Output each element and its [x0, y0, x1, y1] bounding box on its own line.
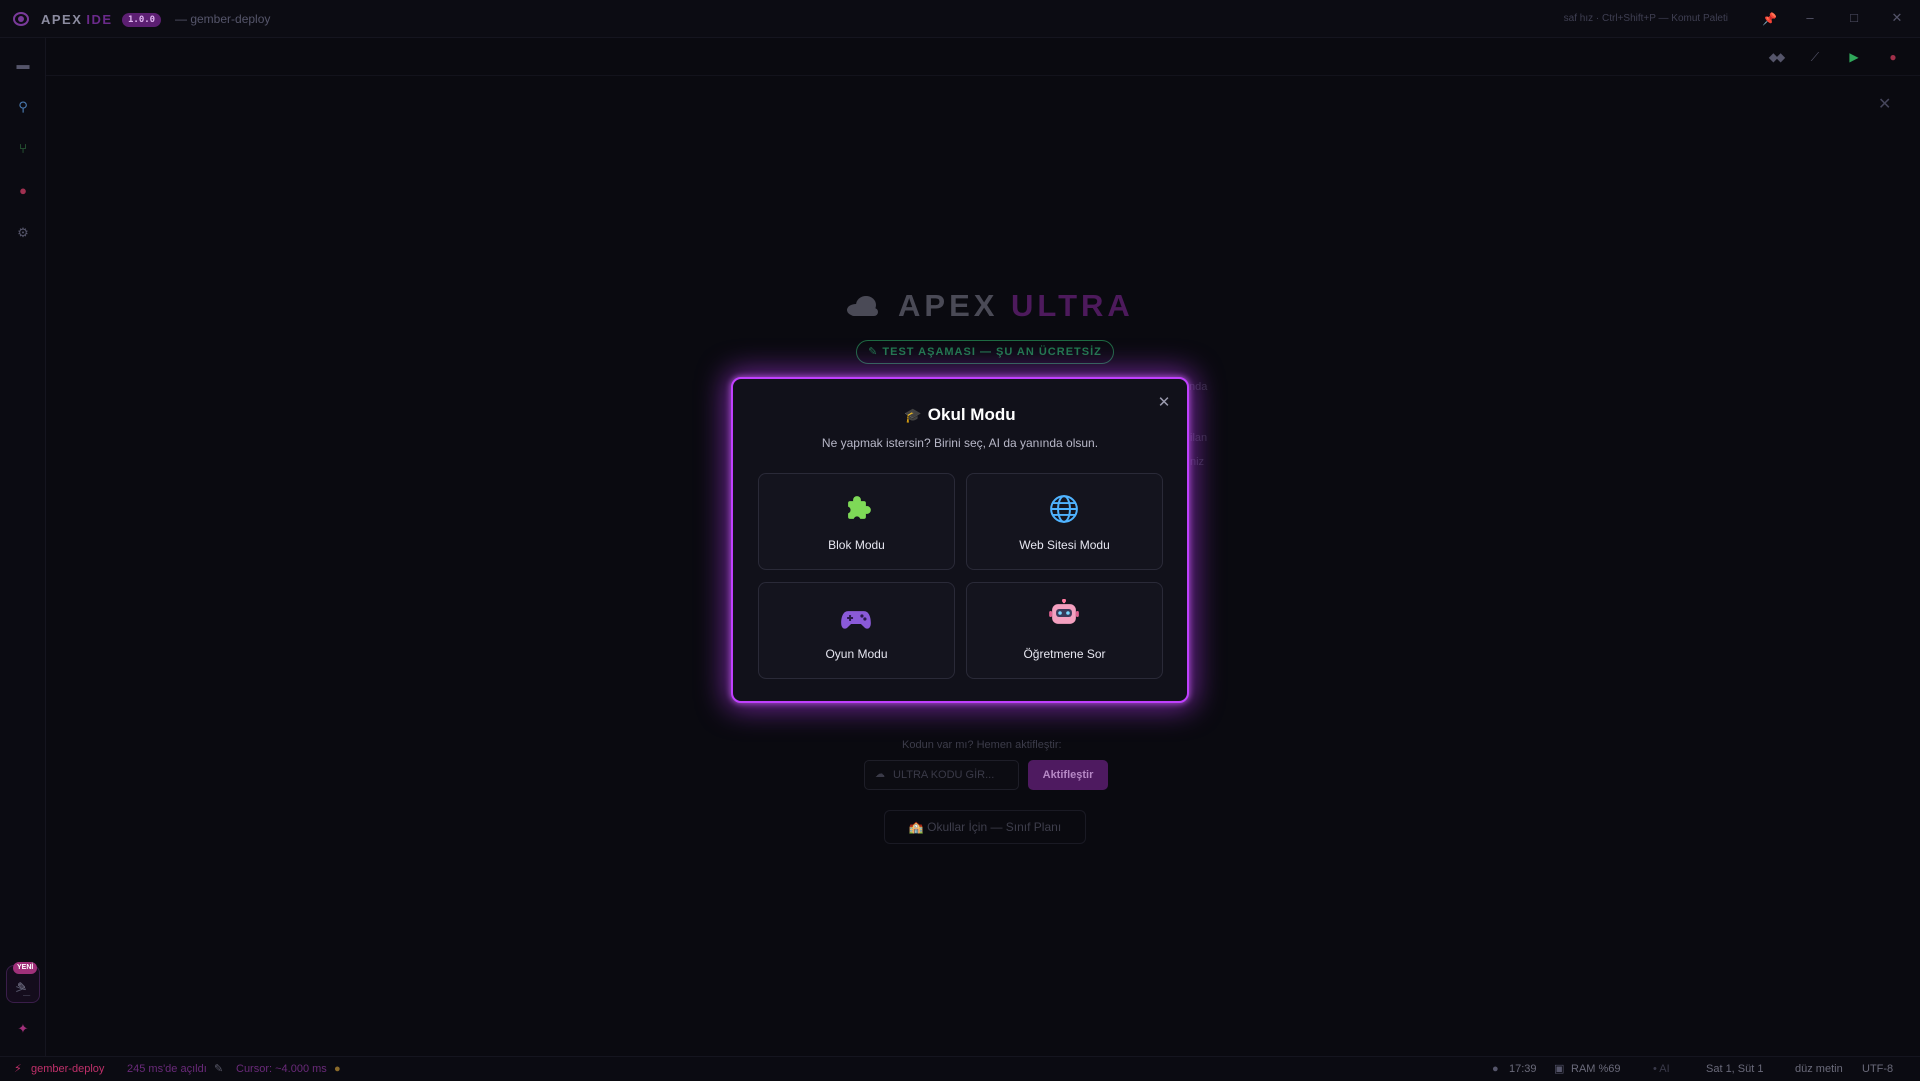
folder-icon[interactable]: ▬: [12, 54, 34, 76]
project-title: — gember-deploy: [175, 12, 271, 26]
maximize-button[interactable]: □: [1846, 10, 1862, 26]
ai-sparkle-icon[interactable]: ✦: [12, 1018, 34, 1040]
hidden-text: ında: [1186, 381, 1208, 393]
brush-icon[interactable]: ⟋: [1806, 48, 1824, 66]
block-mode-card[interactable]: Blok Modu: [758, 473, 955, 570]
globe-icon: [1050, 495, 1078, 523]
search-icon[interactable]: ⚲: [12, 96, 34, 118]
minimize-button[interactable]: –: [1802, 10, 1818, 26]
extensions-icon[interactable]: ●: [12, 180, 34, 202]
cloud-small-icon: ☁: [875, 769, 885, 780]
school-mode-dialog: ✕ 🎓 Okul Modu Ne yapmak istersin? Birini …: [731, 377, 1189, 703]
app-brand: APEX IDE: [41, 12, 113, 27]
robot-icon: [1049, 599, 1079, 624]
puzzle-icon: [843, 496, 871, 524]
status-bar: ⚡ gember-deploy 245 ms'de açıldı ✎ Curso…: [0, 1056, 1920, 1080]
ask-teacher-label: Öğretmene Sor: [1023, 647, 1106, 661]
apex-logo-icon: [13, 12, 29, 26]
game-mode-card[interactable]: Oyun Modu: [758, 582, 955, 679]
panel-close-icon[interactable]: ✕: [1878, 94, 1891, 114]
dialog-title: 🎓 Okul Modu: [904, 405, 1016, 424]
split-view-icon[interactable]: ◆◆: [1767, 48, 1785, 66]
branch-icon: ⚡: [14, 1063, 22, 1075]
activation-label: Kodun var mı? Hemen aktifleştir:: [902, 739, 1062, 751]
status-cursor: Cursor: ~4.000 ms: [236, 1063, 327, 1075]
ultra-code-placeholder: ULTRA KODU GİR...: [893, 769, 995, 781]
cloud-icon: [847, 296, 878, 316]
title-bar: APEX IDE 1.0.0 — gember-deploy saf hız · …: [0, 0, 1920, 38]
website-mode-label: Web Sitesi Modu: [1019, 538, 1110, 552]
window-close-button[interactable]: ✕: [1889, 10, 1905, 26]
status-position[interactable]: Sat 1, Süt 1: [1706, 1057, 1763, 1081]
activate-button[interactable]: Aktifleştir: [1028, 760, 1108, 790]
school-plan-button[interactable]: 🏫 Okullar İçin — Sınıf Planı: [884, 810, 1086, 844]
website-mode-card[interactable]: Web Sitesi Modu: [966, 473, 1163, 570]
debug-icon[interactable]: ●: [1884, 48, 1902, 66]
hero-title: APEX ULTRA: [898, 288, 1134, 323]
block-mode-label: Blok Modu: [828, 538, 885, 552]
gamepad-icon: [841, 611, 871, 629]
activity-bar: ▬ ⚲ ⑂ ● ⚙ YENİ ✎ >_ ✦: [0, 38, 46, 1056]
ultra-code-input[interactable]: ☁ ULTRA KODU GİR...: [864, 760, 1019, 790]
editor-toolbar: ◆◆ ⟋ ▶ ●: [46, 38, 1920, 76]
status-open-time: 245 ms'de açıldı: [127, 1063, 207, 1075]
terminal-icon[interactable]: >_: [12, 978, 34, 1000]
run-icon[interactable]: ▶: [1845, 48, 1863, 66]
game-mode-label: Oyun Modu: [825, 647, 888, 661]
version-badge: 1.0.0: [122, 13, 162, 27]
new-badge: YENİ: [13, 962, 38, 974]
pen-small-icon: ✎: [214, 1063, 224, 1075]
dialog-subtitle: Ne yapmak istersin? Birini seç, AI da ya…: [821, 436, 1099, 450]
memory-icon: ▣: [1554, 1063, 1565, 1075]
status-project[interactable]: gember-deploy: [31, 1057, 104, 1081]
status-language[interactable]: düz metin: [1795, 1057, 1843, 1081]
status-ram: RAM %69: [1571, 1063, 1621, 1075]
test-phase-badge: ✎ TEST AŞAMASI — ŞU AN ÜCRETSİZ: [856, 340, 1114, 364]
command-palette-hint[interactable]: saf hız · Ctrl+Shift+P — Komut Paleti: [1564, 13, 1728, 24]
status-ai[interactable]: • AI: [1653, 1057, 1670, 1081]
settings-icon[interactable]: ⚙: [12, 222, 34, 244]
graduation-cap-icon: 🎓: [904, 407, 922, 423]
hidden-text: niz: [1190, 456, 1205, 468]
source-control-icon[interactable]: ⑂: [12, 138, 34, 160]
status-encoding[interactable]: UTF-8: [1862, 1057, 1893, 1081]
pin-icon[interactable]: 📌: [1762, 12, 1777, 26]
status-time: 17:39: [1509, 1063, 1537, 1075]
hidden-text: ilan: [1190, 432, 1208, 444]
clock-icon: ●: [1492, 1063, 1499, 1075]
ask-teacher-card[interactable]: Öğretmene Sor: [966, 582, 1163, 679]
status-emoji-icon: ●: [334, 1063, 341, 1075]
